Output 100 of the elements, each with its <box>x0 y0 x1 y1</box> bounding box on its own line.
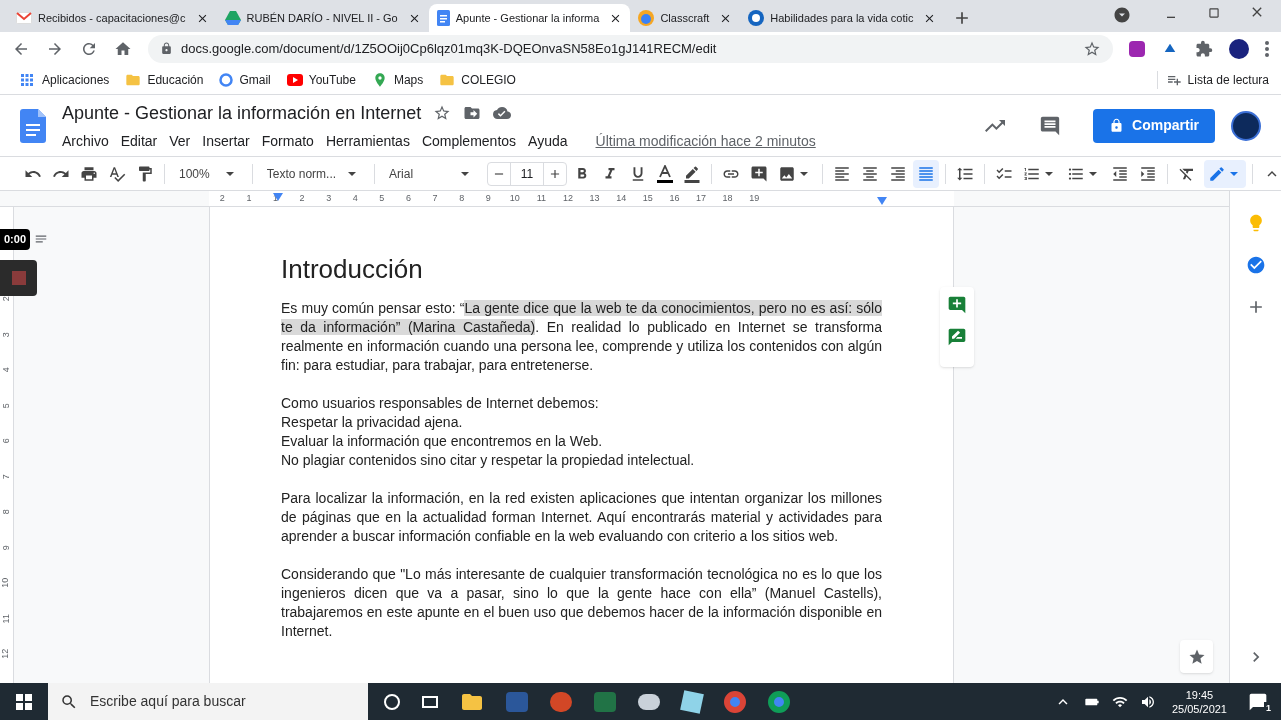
caret-icon <box>1230 171 1239 176</box>
paragraph: Respetar la privacidad ajena. <box>281 413 464 432</box>
bookmark[interactable]: Aplicaciones <box>12 70 116 89</box>
more-icon[interactable] <box>1265 40 1269 57</box>
menu-item[interactable]: Herramientas <box>325 130 410 152</box>
stop-recording-button[interactable] <box>0 259 37 296</box>
menu-item[interactable]: Ayuda <box>528 130 568 152</box>
bookmark[interactable]: YouTube <box>280 70 362 89</box>
paragraph: Considerando que "Lo más interesante de cualquier transformación tecnológica no es lo que los ingenieros dicen que va a pasar, sino lo que la gente hace con ella” (Manuel Castells), trabajaremos en este apunte en el buen uso que debemos hacer de la información disponible en Internet. <box>281 565 882 641</box>
avatar[interactable] <box>1231 110 1261 141</box>
document-title[interactable]: Apunte - Gestionar la información en Internet <box>62 99 422 127</box>
url-text: docs.google.com/document/d/1Z5OOij0Cp6lqz01mq3K-DQEOnvaSN58Eo1gJ141RECM/edit <box>181 39 717 58</box>
taskbar-search-field[interactable]: Escribe aquí para buscar <box>48 683 368 720</box>
ruler-number: 12 <box>562 191 574 205</box>
paint-format-icon[interactable] <box>136 164 154 183</box>
clock-date[interactable]: 25/05/2021 <box>1171 701 1227 716</box>
ruler-number: 5 <box>378 191 386 205</box>
menu-item[interactable]: Formato <box>261 130 314 152</box>
ruler-number: 10 <box>0 577 12 588</box>
address-field[interactable]: docs.google.com/document/d/1Z5OOij0Cp6lqz01mq3K-DQEOnvaSN58Eo1gJ141RECM/edit <box>148 34 1113 63</box>
clock-time[interactable]: 19:45 <box>1185 687 1214 702</box>
menu-item[interactable]: Ver <box>169 130 191 152</box>
menu-item[interactable]: Archivo <box>62 130 109 152</box>
menu-item[interactable]: Insertar <box>202 130 250 152</box>
suggest-edit-icon[interactable] <box>947 327 967 347</box>
excel-icon[interactable] <box>594 691 616 712</box>
ruler-number: 18 <box>721 191 734 205</box>
highlighter-icon[interactable] <box>683 164 702 183</box>
ruler-number: 7 <box>0 473 12 479</box>
puzzle-icon[interactable] <box>1195 39 1213 58</box>
explore-button[interactable] <box>1180 640 1213 673</box>
last-edit-link[interactable]: Última modificación hace 2 minutos <box>595 130 816 152</box>
bookmark[interactable]: COLEGIO <box>433 70 522 89</box>
task-view-icon[interactable] <box>422 695 438 708</box>
align-left-icon <box>833 164 852 183</box>
image-icon <box>778 164 797 183</box>
pencil-icon <box>1208 164 1227 183</box>
menu-item[interactable]: Complementos <box>421 130 517 152</box>
menu-item[interactable]: Editar <box>120 130 158 152</box>
editing-mode-button[interactable] <box>1204 159 1247 188</box>
play-icon <box>286 73 303 86</box>
folder-move-icon[interactable] <box>463 104 482 122</box>
tab-title: Habilidades para la vida cotic <box>770 10 914 26</box>
text-color-icon[interactable] <box>657 164 674 183</box>
font-dropdown[interactable]: Arial <box>381 164 482 183</box>
share-button[interactable]: Compartir <box>1093 108 1215 143</box>
add-comment-icon[interactable] <box>947 295 967 315</box>
powerpoint-icon[interactable] <box>550 691 572 712</box>
reading-list-label: Lista de lectura <box>1187 71 1269 89</box>
tab-search-icon[interactable] <box>1113 6 1131 24</box>
ruler-number: 7 <box>431 191 439 205</box>
indent-decrease-icon[interactable] <box>1111 164 1130 183</box>
maximize-icon[interactable] <box>1207 6 1221 20</box>
bookmark[interactable]: Educación <box>119 70 210 89</box>
circle-icon <box>219 72 234 87</box>
lock-icon <box>160 42 173 55</box>
ruler-number: 5 <box>0 402 12 408</box>
style-dropdown[interactable]: Texto norm... <box>258 164 369 183</box>
bookmark-label: COLEGIO <box>461 71 516 89</box>
bookmark-label: Aplicaciones <box>42 71 110 89</box>
paragraph: Como usuarios responsables de Internet debemos: <box>281 394 600 413</box>
app-icon[interactable] <box>638 693 660 710</box>
tasks-icon[interactable] <box>1245 255 1266 275</box>
align-button[interactable] <box>913 159 940 188</box>
caret-icon <box>348 171 357 176</box>
star-icon[interactable] <box>433 104 452 122</box>
notification-icon[interactable] <box>1248 691 1268 712</box>
volume-icon[interactable] <box>1139 693 1156 710</box>
avatar[interactable] <box>1229 38 1249 59</box>
chrome-icon[interactable] <box>724 690 746 713</box>
browser-tab[interactable]: Apunte - Gestionar la informa <box>428 4 631 32</box>
spellcheck-icon[interactable] <box>108 164 126 183</box>
app-icon[interactable] <box>680 689 704 714</box>
extension-icon[interactable] <box>1129 40 1145 57</box>
indent-marker-icon[interactable] <box>273 193 283 201</box>
print-icon[interactable] <box>80 164 98 183</box>
chrome-icon[interactable] <box>768 690 790 713</box>
indent-increase-icon[interactable] <box>1139 164 1158 183</box>
caret-icon <box>225 171 234 176</box>
bookmark[interactable]: Gmail <box>213 70 277 89</box>
indent-marker-icon[interactable] <box>877 197 887 205</box>
ruler-number: 16 <box>668 191 681 205</box>
circle-icon <box>638 10 655 26</box>
add-comment-icon[interactable] <box>750 164 769 183</box>
ruler-number: 14 <box>615 191 628 205</box>
reading-list-button[interactable]: Lista de lectura <box>1156 70 1269 89</box>
recording-timer: 0:00 <box>0 229 31 250</box>
search-icon <box>60 692 78 711</box>
envelope-icon <box>16 12 32 24</box>
ruler-number: 4 <box>351 191 359 205</box>
zoom-dropdown[interactable]: 100% <box>171 164 246 183</box>
align-right-icon <box>889 164 908 183</box>
bookmark[interactable]: Maps <box>365 70 430 89</box>
windows-logo-icon[interactable] <box>16 693 32 710</box>
docs-logo-icon <box>20 108 46 143</box>
cloud-check-icon[interactable] <box>493 104 512 122</box>
circle-icon <box>748 10 765 26</box>
cortana-icon[interactable] <box>384 693 400 710</box>
caret-icon <box>800 171 809 176</box>
comment-icon[interactable] <box>1039 114 1062 137</box>
